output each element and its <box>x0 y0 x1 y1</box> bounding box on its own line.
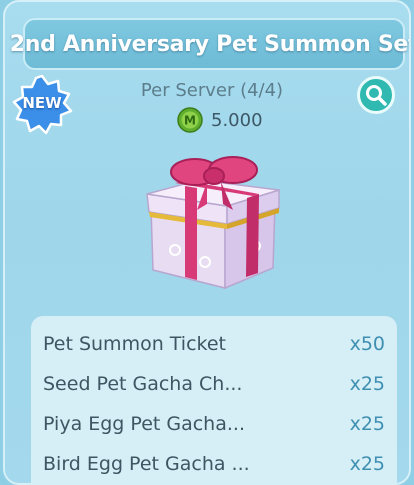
price-row: M 5.000 <box>177 106 263 134</box>
price-amount: 5.000 <box>211 109 263 131</box>
item-name: Bird Egg Pet Gacha ... <box>43 453 250 475</box>
m-coin-icon: M <box>177 107 203 133</box>
item-quantity: x25 <box>349 373 385 395</box>
title-bar: 2nd Anniversary Pet Summon Set <box>10 18 409 70</box>
purchase-limit: Per Server (4/4) <box>140 80 284 101</box>
magnifier-icon <box>366 85 387 106</box>
list-item[interactable]: Piya Egg Pet Gacha... x25 <box>31 404 397 444</box>
svg-text:M: M <box>184 114 196 128</box>
reward-list: Pet Summon Ticket x50 Seed Pet Gacha Ch.… <box>31 316 397 483</box>
item-quantity: x50 <box>349 333 385 355</box>
pack-title: 2nd Anniversary Pet Summon Set <box>9 31 411 57</box>
item-quantity: x25 <box>349 413 385 435</box>
gift-box-icon <box>146 156 280 290</box>
pack-card: 2nd Anniversary Pet Summon Set NEW Per S… <box>3 0 411 485</box>
item-name: Pet Summon Ticket <box>43 333 226 355</box>
search-button[interactable] <box>357 76 395 114</box>
list-item[interactable]: Seed Pet Gacha Ch... x25 <box>31 364 397 404</box>
item-name: Piya Egg Pet Gacha... <box>43 413 245 435</box>
item-quantity: x25 <box>349 453 385 475</box>
item-name: Seed Pet Gacha Ch... <box>43 373 243 395</box>
list-item[interactable]: Bird Egg Pet Gacha ... x25 <box>31 444 397 483</box>
list-item[interactable]: Pet Summon Ticket x50 <box>31 324 397 364</box>
